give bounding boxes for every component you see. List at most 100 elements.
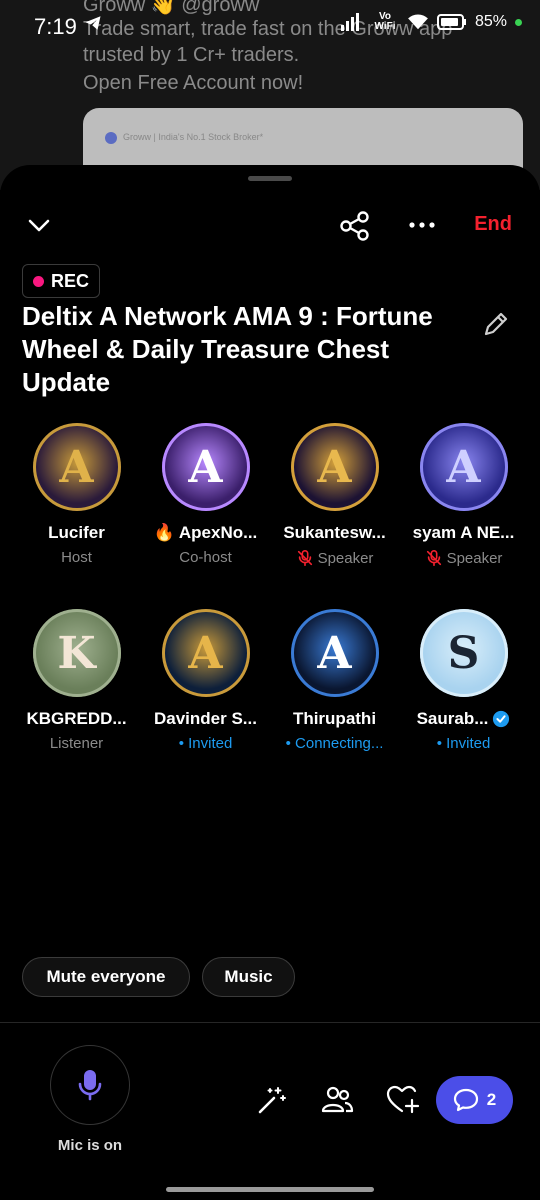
participant-name: KBGREDD... [14,709,139,729]
status-icons: Vo WiFi 85% [340,11,522,32]
participant-card[interactable]: A Sukantesw... Speaker [270,423,399,599]
music-button[interactable]: Music [202,957,295,997]
participant-name-text: Saurab... [416,709,489,728]
participants-grid: A Lucifer Host A 🔥 ApexNo... Co-host A Sukantesw… [12,423,528,785]
mic-muted-icon [297,549,312,567]
avatar-image: S [447,627,480,679]
chat-count: 2 [486,1090,497,1109]
participant-card[interactable]: K KBGREDD... Listener [12,609,141,785]
microphone-icon [78,1070,102,1101]
avatar[interactable]: A [161,423,250,511]
end-space-button[interactable]: End [474,213,512,236]
participant-role: • Connecting... [286,735,384,752]
participant-name-text: syam A NE... [412,523,515,542]
avatar-image: A [188,627,223,679]
avatar[interactable]: A [32,423,121,511]
battery-icon [436,14,466,30]
avatar-image: K [57,627,96,679]
vowifi-label: Vo WiFi [374,11,396,32]
participant-card[interactable]: S Saurab... • Invited [399,609,528,785]
participant-name: Thirupathi [272,709,397,729]
participant-name-text: Sukantesw... [283,523,386,542]
participant-role-text: Host [61,549,92,566]
participant-name: syam A NE... [401,523,526,543]
magic-wand-icon [258,1087,286,1114]
pencil-icon [484,312,508,336]
participant-card[interactable]: A Davinder S... • Invited [141,609,270,785]
participant-name-text: Davinder S... [154,709,257,728]
participant-role-text: • Invited [436,735,491,752]
participant-name: Davinder S... [143,709,268,729]
background-card-brand: Groww | India's No.1 Stock Broker* [123,132,264,142]
participant-role: • Invited [437,735,491,752]
people-button[interactable] [320,1084,354,1121]
participant-name-text: Thirupathi [292,709,377,728]
status-time: 7:19 [34,14,77,39]
chevron-down-icon [28,219,50,232]
participant-card[interactable]: A 🔥 ApexNo... Co-host [141,423,270,599]
participant-role: Speaker [296,549,374,567]
home-indicator[interactable] [166,1187,374,1192]
privacy-indicator-dot [515,18,522,26]
share-icon [340,211,369,241]
participant-name: 🔥 ApexNo... [143,523,268,543]
avatar-image: A [446,441,481,493]
share-button[interactable] [338,209,372,243]
participant-role-text: Co-host [179,549,232,566]
avatar-image: A [317,627,352,679]
wifi-icon [408,14,428,30]
participant-role-text: Speaker [446,549,503,567]
avatar[interactable]: A [161,609,250,697]
edit-title-button[interactable] [481,309,511,339]
mic-status-label: Mic is on [57,1137,123,1154]
people-icon [321,1086,354,1113]
participant-name-text: KBGREDD... [26,709,127,728]
telegram-icon [85,16,101,30]
chat-bubble-icon [453,1088,478,1112]
status-bar: 7:19 Vo WiFi 85% [0,0,540,56]
groww-logo-icon [105,132,117,144]
avatar-image: A [317,441,352,493]
battery-percent: 85% [474,13,507,30]
mic-muted-icon [426,549,441,567]
avatar[interactable]: A [290,609,379,697]
avatar[interactable]: A [290,423,379,511]
heart-plus-icon [386,1085,420,1114]
participant-role-text: Listener [49,735,104,752]
space-sheet: End REC Deltix A Network AMA 9 : Fortune… [0,165,540,1200]
minimize-button[interactable] [24,213,54,237]
participant-card[interactable]: A Lucifer Host [12,423,141,599]
chat-button[interactable]: 2 [436,1076,513,1124]
avatar-image: A [59,441,94,493]
participant-role-text: Speaker [317,549,374,567]
signal-icon [340,13,359,31]
participant-card[interactable]: Asyam A NE... Speaker [399,423,528,599]
participant-name: Saurab... [401,709,526,729]
recording-dot-icon [33,275,44,287]
participant-role: Speaker [425,549,503,567]
participant-name-text: ApexNo... [178,523,258,542]
drag-handle[interactable] [248,176,292,181]
space-title: Deltix A Network AMA 9 : Fortune Wheel &… [22,301,433,397]
avatar[interactable]: A [419,423,508,511]
verified-badge-icon [493,710,510,728]
participant-name: Sukantesw... [272,523,397,543]
effects-button[interactable] [256,1084,288,1121]
participant-name: Lucifer [14,523,139,543]
divider [0,1022,540,1023]
react-button[interactable] [386,1084,420,1121]
fire-icon: 🔥 [153,523,175,542]
participant-card[interactable]: A Thirupathi • Connecting... [270,609,399,785]
mic-toggle-button[interactable] [50,1045,130,1125]
participant-name-text: Lucifer [48,523,105,542]
recording-badge: REC [22,264,101,298]
more-options-button[interactable] [406,213,438,237]
participant-role-text: • Connecting... [285,735,384,752]
mute-everyone-button[interactable]: Mute everyone [22,957,190,997]
more-horizontal-icon [409,222,435,228]
avatar[interactable]: K [32,609,121,697]
participant-role-text: • Invited [178,735,233,752]
recording-label: REC [51,270,90,291]
avatar[interactable]: S [419,609,508,697]
avatar-image: A [188,441,223,493]
